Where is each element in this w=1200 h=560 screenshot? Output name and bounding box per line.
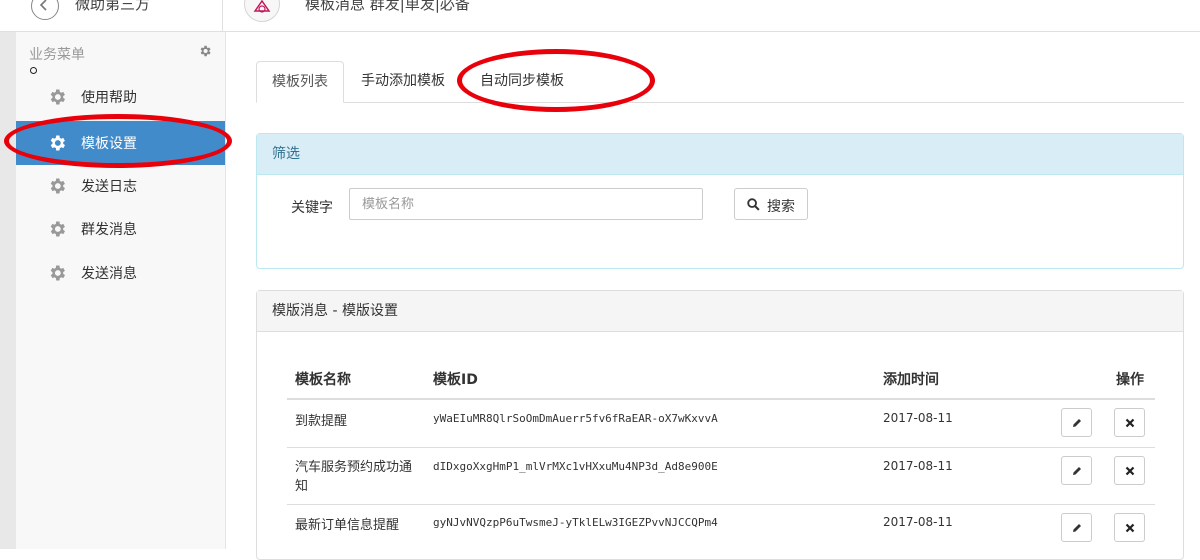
column-header-name: 模板名称: [295, 372, 351, 388]
keyword-label: 关键字: [291, 200, 333, 216]
bullet-dot: [30, 67, 37, 74]
search-icon: [747, 198, 760, 211]
template-id: gyNJvNVQzpP6uTwsmeJ-yTklELw3IGEZPvvNJCCQ…: [433, 516, 718, 529]
sidebar-item-label: 发送日志: [81, 179, 137, 195]
sidebar: 业务菜单 使用帮助 模板设置 发送日志 群发消息 发送消息: [16, 32, 226, 549]
sidebar-settings-gear-icon[interactable]: [198, 44, 212, 58]
edit-button[interactable]: [1061, 408, 1092, 437]
sidebar-item-label: 发送消息: [81, 266, 137, 282]
filter-panel-heading: 筛选: [257, 134, 1183, 175]
close-icon: [1125, 466, 1135, 476]
template-name: 汽车服务预约成功通知: [295, 460, 413, 494]
sidebar-item-mass-message[interactable]: 群发消息: [16, 207, 225, 251]
template-list-heading: 模版消息 - 模版设置: [257, 291, 1183, 332]
template-id: dIDxgoXxgHmP1_mlVrMXc1vHXxuMu4NP3d_Ad8e9…: [433, 460, 718, 473]
template-name: 到款提醒: [295, 414, 348, 429]
added-time: 2017-08-11: [883, 515, 953, 529]
gear-icon: [50, 135, 65, 151]
page-heading: 模板消息 群发|单发|必备: [305, 0, 470, 13]
pencil-icon: [1073, 524, 1081, 532]
chevron-left-icon: [39, 0, 47, 11]
tab-bar: 模板列表 手动添加模板 自动同步模板: [256, 61, 1184, 103]
tab-template-list[interactable]: 模板列表: [256, 61, 344, 103]
delete-button[interactable]: [1114, 408, 1145, 437]
module-logo-icon: [244, 0, 280, 22]
sidebar-item-label: 使用帮助: [81, 90, 137, 106]
edit-button[interactable]: [1061, 513, 1092, 542]
search-button-label: 搜索: [767, 199, 795, 215]
gear-icon: [50, 89, 65, 105]
gear-icon: [50, 265, 65, 281]
column-header-time: 添加时间: [883, 372, 939, 388]
added-time: 2017-08-11: [883, 459, 953, 473]
pencil-icon: [1073, 467, 1081, 475]
divider: [222, 0, 223, 31]
app-name: 微助第三方: [75, 0, 151, 13]
template-name: 最新订单信息提醒: [295, 518, 400, 533]
column-header-id: 模板ID: [433, 372, 478, 388]
back-button[interactable]: [31, 0, 59, 20]
edit-button[interactable]: [1061, 456, 1092, 485]
tab-manual-add-template[interactable]: 手动添加模板: [346, 61, 460, 102]
keyword-search-input[interactable]: [349, 188, 703, 220]
search-button[interactable]: 搜索: [734, 188, 808, 220]
table-row: 汽车服务预约成功通知 dIDxgoXxgHmP1_mlVrMXc1vHXxuMu…: [287, 448, 1155, 505]
sidebar-item-help[interactable]: 使用帮助: [16, 75, 225, 119]
close-icon: [1125, 523, 1135, 533]
tab-auto-sync-template[interactable]: 自动同步模板: [465, 61, 579, 102]
sidebar-title: 业务菜单: [29, 47, 85, 63]
delete-button[interactable]: [1114, 456, 1145, 485]
sidebar-item-send-message[interactable]: 发送消息: [16, 251, 225, 295]
gear-icon: [50, 221, 65, 237]
delete-button[interactable]: [1114, 513, 1145, 542]
gear-icon: [50, 178, 65, 194]
sidebar-item-label: 模板设置: [81, 136, 137, 152]
filter-panel: 筛选 关键字 搜索: [256, 133, 1184, 269]
sidebar-item-send-log[interactable]: 发送日志: [16, 164, 225, 208]
close-icon: [1125, 418, 1135, 428]
template-list-panel: 模版消息 - 模版设置 模板名称 模板ID 添加时间 操作 到款提醒 yWaEI…: [256, 290, 1184, 560]
window-edge: [0, 0, 17, 549]
table-row: 到款提醒 yWaEIuMR8QlrSoOmDmAuerr5fv6fRaEAR-o…: [287, 400, 1155, 448]
sidebar-item-label: 群发消息: [81, 222, 137, 238]
sidebar-item-template-settings[interactable]: 模板设置: [16, 121, 225, 165]
added-time: 2017-08-11: [883, 411, 953, 425]
table-row: 最新订单信息提醒 gyNJvNVQzpP6uTwsmeJ-yTklELw3IGE…: [287, 505, 1155, 552]
top-bar: 微助第三方 模板消息 群发|单发|必备: [0, 0, 1200, 32]
column-header-actions: 操作: [1116, 372, 1144, 388]
template-id: yWaEIuMR8QlrSoOmDmAuerr5fv6fRaEAR-oX7wKx…: [433, 412, 718, 425]
pencil-icon: [1073, 419, 1081, 427]
